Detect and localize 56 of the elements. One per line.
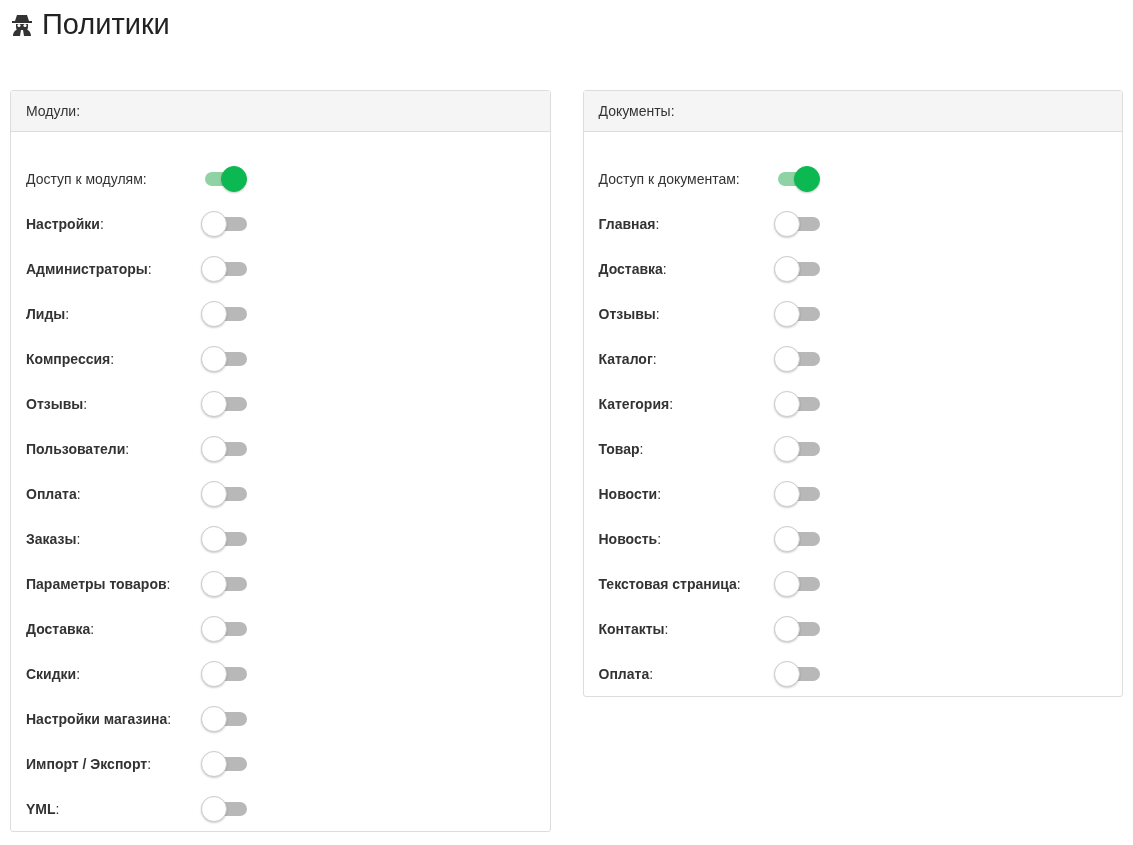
toggle-switch[interactable] bbox=[773, 480, 820, 507]
toggle-label: Компрессия: bbox=[26, 350, 116, 367]
toggle-switch[interactable] bbox=[201, 705, 247, 732]
toggle-label: Доставка: bbox=[598, 260, 668, 277]
panel-header: Документы: bbox=[583, 91, 1122, 132]
toggle-label: Текстовая страница: bbox=[598, 575, 742, 592]
toggle-label: Администраторы: bbox=[26, 260, 153, 277]
toggle-label: Каталог: bbox=[598, 350, 658, 367]
toggle-label: Доступ к документам: bbox=[598, 170, 741, 187]
toggle-label: Импорт / Экспорт: bbox=[26, 755, 152, 772]
toggle-switch[interactable] bbox=[773, 210, 820, 237]
toggle-switch[interactable] bbox=[201, 390, 247, 417]
toggle-switch[interactable] bbox=[773, 345, 820, 372]
toggle-switch[interactable] bbox=[201, 210, 247, 237]
toggle-label: Новость: bbox=[598, 530, 663, 547]
toggle-label: Категория: bbox=[598, 395, 675, 412]
toggle-label: Отзывы: bbox=[598, 305, 661, 322]
toggle-label: Лиды: bbox=[26, 305, 71, 322]
toggle-switch[interactable] bbox=[201, 615, 247, 642]
toggle-label: Оплата: bbox=[598, 665, 655, 682]
toggle-switch[interactable] bbox=[201, 795, 247, 822]
toggle-switch[interactable] bbox=[201, 255, 247, 282]
toggle-switch[interactable] bbox=[773, 435, 820, 462]
toggle-switch[interactable] bbox=[773, 525, 820, 552]
toggle-label: Отзывы: bbox=[26, 395, 89, 412]
toggle-switch[interactable] bbox=[201, 750, 247, 777]
toggle-label: YML: bbox=[26, 800, 61, 817]
toggle-label: Оплата: bbox=[26, 485, 82, 502]
page-title: Политики bbox=[42, 7, 170, 41]
toggle-label: Товар: bbox=[598, 440, 645, 457]
toggle-switch[interactable] bbox=[201, 300, 247, 327]
toggle-switch[interactable] bbox=[201, 570, 247, 597]
toggle-label: Параметры товаров: bbox=[26, 575, 172, 592]
toggle-switch[interactable] bbox=[201, 435, 247, 462]
toggle-label: Доставка: bbox=[26, 620, 96, 637]
toggle-label: Настройки: bbox=[26, 215, 105, 232]
toggle-switch[interactable] bbox=[773, 615, 820, 642]
toggle-label: Доступ к модулям: bbox=[26, 170, 148, 187]
toggle-switch[interactable] bbox=[773, 660, 820, 687]
toggle-label: Контакты: bbox=[598, 620, 670, 637]
toggle-switch[interactable] bbox=[201, 660, 247, 687]
toggle-switch[interactable] bbox=[773, 570, 820, 597]
toggle-label: Новости: bbox=[598, 485, 663, 502]
toggle-switch[interactable] bbox=[201, 345, 247, 372]
toggle-switch[interactable] bbox=[773, 300, 820, 327]
panel-header: Модули: bbox=[11, 91, 550, 132]
toggle-switch[interactable] bbox=[201, 480, 247, 507]
toggle-switch[interactable] bbox=[201, 525, 247, 552]
toggle-label: Настройки магазина: bbox=[26, 710, 173, 727]
toggle-switch[interactable] bbox=[773, 390, 820, 417]
toggle-label: Главная: bbox=[598, 215, 661, 232]
toggle-label: Скидки: bbox=[26, 665, 82, 682]
toggle-switch[interactable] bbox=[773, 255, 820, 282]
toggle-label: Заказы: bbox=[26, 530, 82, 547]
spy-icon bbox=[10, 12, 34, 36]
toggle-label: Пользователи: bbox=[26, 440, 131, 457]
